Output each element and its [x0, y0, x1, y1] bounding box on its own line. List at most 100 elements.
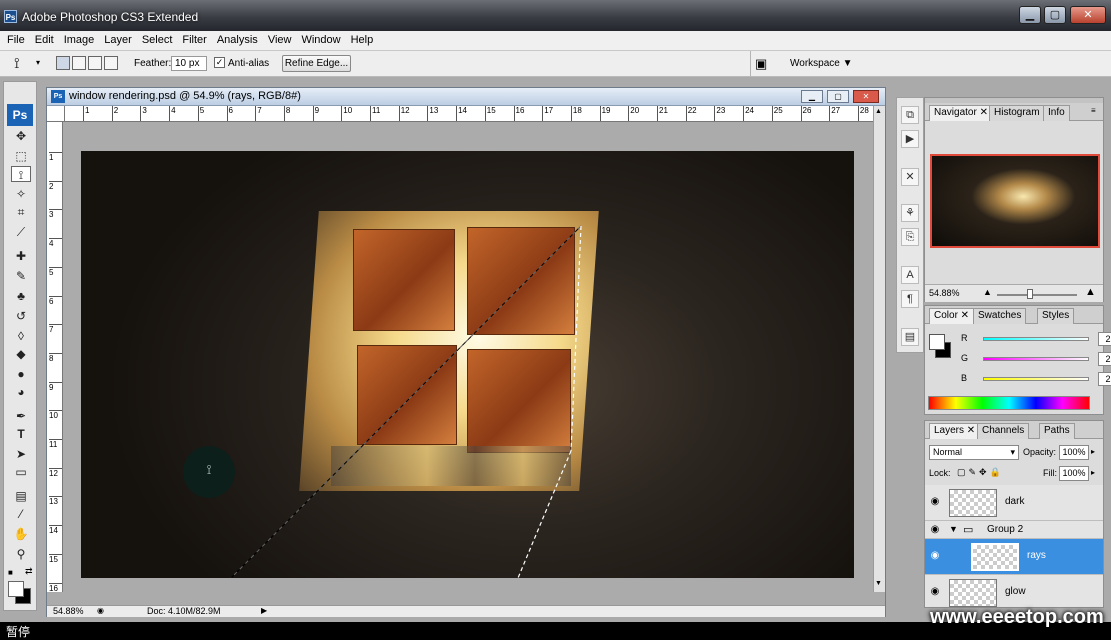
path-select-icon[interactable]: ➤ — [11, 446, 31, 462]
scroll-up-icon[interactable]: ▲ — [875, 108, 882, 115]
eyedropper-icon[interactable]: ⁄ — [11, 506, 31, 522]
close-button[interactable]: ✕ — [1070, 6, 1106, 24]
tab-color[interactable]: Color ✕ — [929, 308, 975, 324]
move-tool-icon[interactable]: ✥ — [11, 128, 31, 144]
blend-mode-select[interactable]: Normal ▾ — [929, 445, 1019, 460]
lasso-tool-icon[interactable]: ⟟ — [11, 166, 31, 182]
clone-stamp-icon[interactable]: ♣ — [11, 288, 31, 304]
history-panel-icon[interactable]: ⧉ — [901, 106, 919, 124]
zoom-slider-handle[interactable] — [1027, 289, 1033, 299]
default-colors-icon[interactable]: ■ — [8, 568, 18, 578]
blue-slider[interactable] — [983, 377, 1089, 381]
visibility-eye-icon[interactable]: ◉ — [929, 551, 941, 561]
tab-histogram[interactable]: Histogram — [989, 105, 1045, 121]
visibility-eye-icon[interactable]: ◉ — [929, 587, 941, 597]
layer-row-dark[interactable]: ◉ dark — [925, 485, 1103, 521]
layer-row-rays[interactable]: ◉ rays — [925, 539, 1103, 575]
opacity-arrow-icon[interactable]: ▸ — [1091, 447, 1095, 456]
hand-tool-icon[interactable]: ✋ — [11, 526, 31, 542]
tab-channels[interactable]: Channels — [977, 423, 1030, 439]
marquee-tool-icon[interactable]: ⬚ — [11, 148, 31, 164]
green-slider[interactable] — [983, 357, 1089, 361]
refine-edge-button[interactable]: Refine Edge... — [282, 55, 351, 72]
layer-row-group-2[interactable]: ◉ ▼ ▭ Group 2 — [925, 521, 1103, 539]
menu-analysis[interactable]: Analysis — [212, 31, 263, 50]
subtract-selection-icon[interactable] — [88, 56, 102, 70]
intersect-selection-icon[interactable] — [104, 56, 118, 70]
notes-tool-icon[interactable]: ▤ — [11, 488, 31, 504]
new-selection-icon[interactable] — [56, 56, 70, 70]
menu-view[interactable]: View — [263, 31, 297, 50]
crop-tool-icon[interactable]: ⌗ — [11, 204, 31, 220]
vertical-scrollbar[interactable]: ▲ ▼ — [873, 106, 885, 592]
opacity-input[interactable]: 100% — [1059, 445, 1089, 460]
zoom-slider[interactable] — [997, 294, 1077, 296]
workspace-menu[interactable]: Workspace ▼ — [790, 58, 853, 69]
slice-tool-icon[interactable]: ⟋ — [11, 224, 31, 240]
clone-source-icon[interactable]: ⎘ — [901, 228, 919, 246]
brushes-panel-icon[interactable]: ⚘ — [901, 204, 919, 222]
zoom-in-icon[interactable]: ▲ — [1085, 286, 1096, 298]
blur-tool-icon[interactable]: ● — [11, 366, 31, 382]
navigator-zoom-value[interactable]: 54.88% — [929, 288, 960, 298]
blue-value[interactable]: 255 — [1098, 372, 1111, 386]
zoom-tool-icon[interactable]: ⚲ — [11, 546, 31, 562]
lock-icons[interactable]: ▢✎✥🔒 — [957, 467, 1004, 478]
scroll-down-icon[interactable]: ▼ — [875, 580, 882, 587]
swap-colors-icon[interactable]: ⇄ — [25, 566, 33, 577]
tab-paths[interactable]: Paths — [1039, 423, 1075, 439]
healing-brush-icon[interactable]: ✚ — [11, 248, 31, 264]
menu-select[interactable]: Select — [137, 31, 178, 50]
status-info-icon[interactable]: ◉ — [97, 606, 104, 615]
tool-presets-icon[interactable]: ✕ — [901, 168, 919, 186]
menu-edit[interactable]: Edit — [30, 31, 59, 50]
tab-info[interactable]: Info — [1043, 105, 1070, 121]
add-selection-icon[interactable] — [72, 56, 86, 70]
history-brush-icon[interactable]: ↺ — [11, 308, 31, 324]
visibility-eye-icon[interactable]: ◉ — [929, 497, 941, 507]
tab-swatches[interactable]: Swatches — [973, 308, 1027, 324]
eraser-tool-icon[interactable]: ◊ — [11, 328, 31, 344]
ruler-origin[interactable] — [47, 106, 65, 122]
shape-tool-icon[interactable]: ▭ — [11, 464, 31, 480]
foreground-color-swatch[interactable] — [8, 581, 24, 597]
document-title-bar[interactable]: Ps window rendering.psd @ 54.9% (rays, R… — [47, 88, 885, 106]
paragraph-panel-icon[interactable]: ¶ — [901, 290, 919, 308]
tab-navigator[interactable]: Navigator ✕ — [929, 105, 993, 121]
actions-panel-icon[interactable]: ▶ — [901, 130, 919, 148]
canvas-image[interactable]: ⟟ — [81, 151, 854, 578]
green-value[interactable]: 255 — [1098, 352, 1111, 366]
red-slider[interactable] — [983, 337, 1089, 341]
dodge-tool-icon[interactable]: ◕ — [11, 384, 31, 400]
menu-image[interactable]: Image — [59, 31, 100, 50]
type-tool-icon[interactable]: T — [11, 426, 31, 442]
group-expand-icon[interactable]: ▼ — [949, 524, 958, 534]
pen-tool-icon[interactable]: ✒ — [11, 408, 31, 424]
zoom-out-icon[interactable]: ▲ — [983, 287, 992, 297]
tool-preset-chevron-icon[interactable]: ▾ — [36, 58, 40, 67]
paint-bucket-icon[interactable]: ◆ — [11, 346, 31, 362]
red-value[interactable]: 255 — [1098, 332, 1111, 346]
tab-styles[interactable]: Styles — [1037, 308, 1075, 324]
doc-minimize-button[interactable]: ▁ — [801, 90, 823, 103]
maximize-button[interactable]: ▢ — [1044, 6, 1066, 24]
doc-maximize-button[interactable]: ▢ — [827, 90, 849, 103]
panel-menu-icon[interactable]: ≡ — [1091, 106, 1096, 115]
polygonal-lasso-icon[interactable]: ⟟ — [14, 55, 20, 72]
visibility-eye-icon[interactable]: ◉ — [929, 525, 941, 535]
antialias-checkbox[interactable]: ✓ — [214, 57, 225, 68]
tab-layers[interactable]: Layers ✕ — [929, 423, 981, 439]
color-spectrum[interactable] — [928, 396, 1090, 410]
menu-layer[interactable]: Layer — [99, 31, 137, 50]
menu-window[interactable]: Window — [296, 31, 345, 50]
menu-help[interactable]: Help — [346, 31, 379, 50]
navigator-preview[interactable] — [930, 154, 1100, 248]
layer-comps-icon[interactable]: ▤ — [901, 328, 919, 346]
fill-arrow-icon[interactable]: ▸ — [1091, 468, 1095, 477]
character-panel-icon[interactable]: A — [901, 266, 919, 284]
magic-wand-icon[interactable]: ✧ — [11, 186, 31, 202]
status-menu-arrow-icon[interactable]: ▶ — [261, 606, 267, 615]
zoom-readout[interactable]: 54.88% — [53, 606, 84, 616]
layer-row-glow[interactable]: ◉ glow — [925, 575, 1103, 607]
menu-filter[interactable]: Filter — [177, 31, 211, 50]
